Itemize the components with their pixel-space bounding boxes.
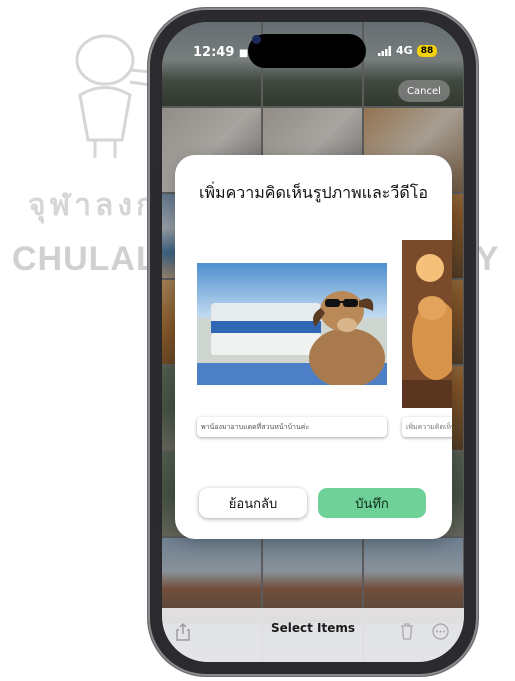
dynamic-island bbox=[248, 34, 366, 68]
status-indicators: 4G 88 bbox=[378, 44, 438, 57]
dog-photo[interactable] bbox=[197, 263, 387, 385]
caption-input[interactable]: พาน้องมาอาบแดดที่สวนหน้าบ้านค่ะ bbox=[197, 417, 387, 437]
cancel-button[interactable]: Cancel bbox=[398, 80, 450, 102]
modal-title: เพิ่มความคิดเห็นรูปภาพและวีดีโอ bbox=[199, 183, 428, 202]
comment-modal: เพิ่มความคิดเห็นรูปภาพและวีดีโอ พาน้องมา… bbox=[175, 155, 452, 539]
caption-input-peek[interactable]: เพิ่มความคิดเห็น bbox=[402, 417, 452, 437]
bottom-toolbar: Select Items bbox=[162, 608, 464, 662]
trash-icon[interactable] bbox=[400, 623, 414, 640]
status-time: 12:49 ■ bbox=[193, 45, 248, 60]
person-icon: ■ bbox=[238, 48, 249, 59]
battery-badge: 88 bbox=[416, 44, 438, 57]
select-items-title: Select Items bbox=[270, 621, 356, 635]
status-time-text: 12:49 bbox=[193, 45, 235, 60]
save-button[interactable]: บันทึก bbox=[318, 488, 426, 518]
golden-retriever-photo[interactable] bbox=[402, 240, 452, 408]
watermark-left-text: CHULAL bbox=[12, 240, 158, 278]
more-icon[interactable] bbox=[432, 623, 449, 640]
back-button[interactable]: ย้อนกลับ bbox=[199, 488, 307, 518]
signal-icon bbox=[378, 45, 391, 56]
network-label: 4G bbox=[396, 44, 413, 57]
camera-dot bbox=[252, 35, 261, 44]
